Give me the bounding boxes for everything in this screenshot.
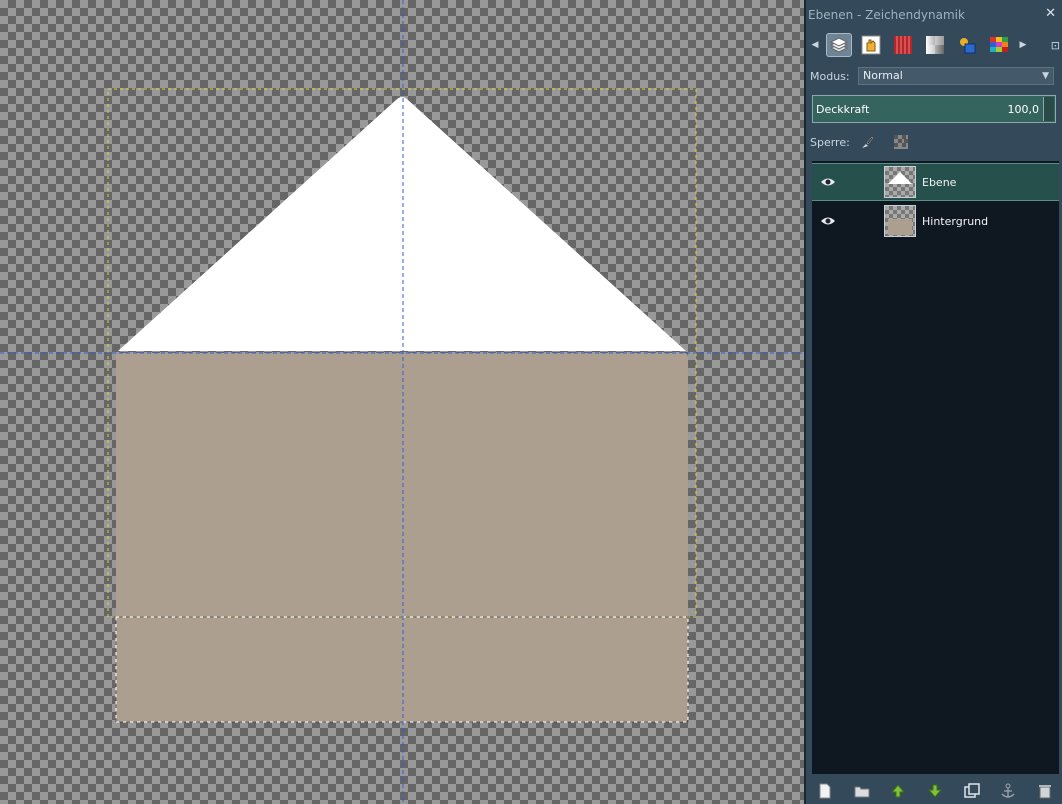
chevron-down-icon: ▼ xyxy=(1042,71,1049,81)
anchor-icon xyxy=(1001,783,1015,798)
checker-icon xyxy=(894,135,908,149)
tab-layers[interactable] xyxy=(826,33,852,57)
delete-layer-button[interactable] xyxy=(1034,780,1056,802)
mode-select[interactable]: Normal ▼ xyxy=(858,67,1054,85)
tab-paint-dynamics[interactable] xyxy=(858,33,884,57)
close-icon[interactable]: ✕ xyxy=(1045,6,1056,21)
raise-layer-icon xyxy=(891,784,906,798)
hand-icon xyxy=(861,35,881,55)
tab-patterns[interactable] xyxy=(890,33,916,57)
tab-scroll-left-icon[interactable]: ◀ xyxy=(810,40,820,50)
folder-icon xyxy=(854,786,870,798)
opacity-spinner[interactable] xyxy=(1043,97,1054,121)
new-layer-button[interactable] xyxy=(814,780,836,802)
lock-alpha-button[interactable] xyxy=(892,133,910,151)
layers-dock: Ebenen - Zeichendynamik ✕ ◀ ▶ ⊡ Modus: N… xyxy=(804,0,1062,804)
lock-label: Sperre: xyxy=(810,136,850,149)
anchor-layer-button[interactable] xyxy=(997,780,1019,802)
shapes-icon xyxy=(960,38,976,54)
layer-name[interactable]: Hintergrund xyxy=(922,215,988,228)
house-roof xyxy=(118,97,686,351)
dock-tab-row: ◀ ▶ ⊡ xyxy=(810,30,1060,60)
delete-icon xyxy=(1038,785,1051,799)
mode-value: Normal xyxy=(863,69,903,82)
layers-list: Ebene Hintergrund xyxy=(812,161,1059,774)
mode-row: Modus: Normal ▼ xyxy=(810,66,1058,86)
duplicate-layer-button[interactable] xyxy=(961,780,983,802)
tab-scroll-right-icon[interactable]: ▶ xyxy=(1018,40,1028,50)
duplicate-layer-icon xyxy=(963,783,980,798)
canvas-drawing xyxy=(0,0,804,804)
new-layer-icon xyxy=(819,783,831,799)
layers-icon xyxy=(829,37,849,53)
eye-icon[interactable] xyxy=(820,215,836,227)
tab-brushes[interactable] xyxy=(954,33,980,57)
eye-icon[interactable] xyxy=(820,176,836,188)
opacity-value: 100,0 xyxy=(1007,103,1040,116)
opacity-label: Deckkraft xyxy=(816,103,870,116)
curtain-icon xyxy=(894,36,912,54)
layer-name[interactable]: Ebene xyxy=(922,176,956,189)
layers-button-bar xyxy=(810,778,1060,804)
layer-thumbnail xyxy=(884,166,916,198)
raise-layer-button[interactable] xyxy=(887,780,909,802)
image-canvas[interactable] xyxy=(0,0,804,804)
lower-layer-button[interactable] xyxy=(924,780,946,802)
layer-thumbnail xyxy=(884,205,916,237)
roof-thumbnail xyxy=(888,172,912,184)
new-layer-group-button[interactable] xyxy=(851,780,873,802)
dock-title: Ebenen - Zeichendynamik xyxy=(808,8,965,22)
layer-row-ebene[interactable]: Ebene xyxy=(812,163,1059,201)
palette-icon xyxy=(990,37,1008,52)
house-body xyxy=(116,353,688,722)
tab-gradients[interactable] xyxy=(922,33,948,57)
lock-pixels-button[interactable] xyxy=(858,133,876,151)
tab-palettes[interactable] xyxy=(986,33,1012,57)
opacity-slider[interactable]: Deckkraft 100,0 xyxy=(812,95,1056,123)
checker-gradient-icon xyxy=(926,36,944,54)
brush-icon xyxy=(862,136,874,148)
lower-layer-icon xyxy=(927,784,943,798)
body-thumbnail xyxy=(888,219,912,235)
layer-row-hintergrund[interactable]: Hintergrund xyxy=(812,203,1059,241)
dock-menu-icon[interactable]: ⊡ xyxy=(1051,39,1060,52)
mode-label: Modus: xyxy=(810,70,850,83)
